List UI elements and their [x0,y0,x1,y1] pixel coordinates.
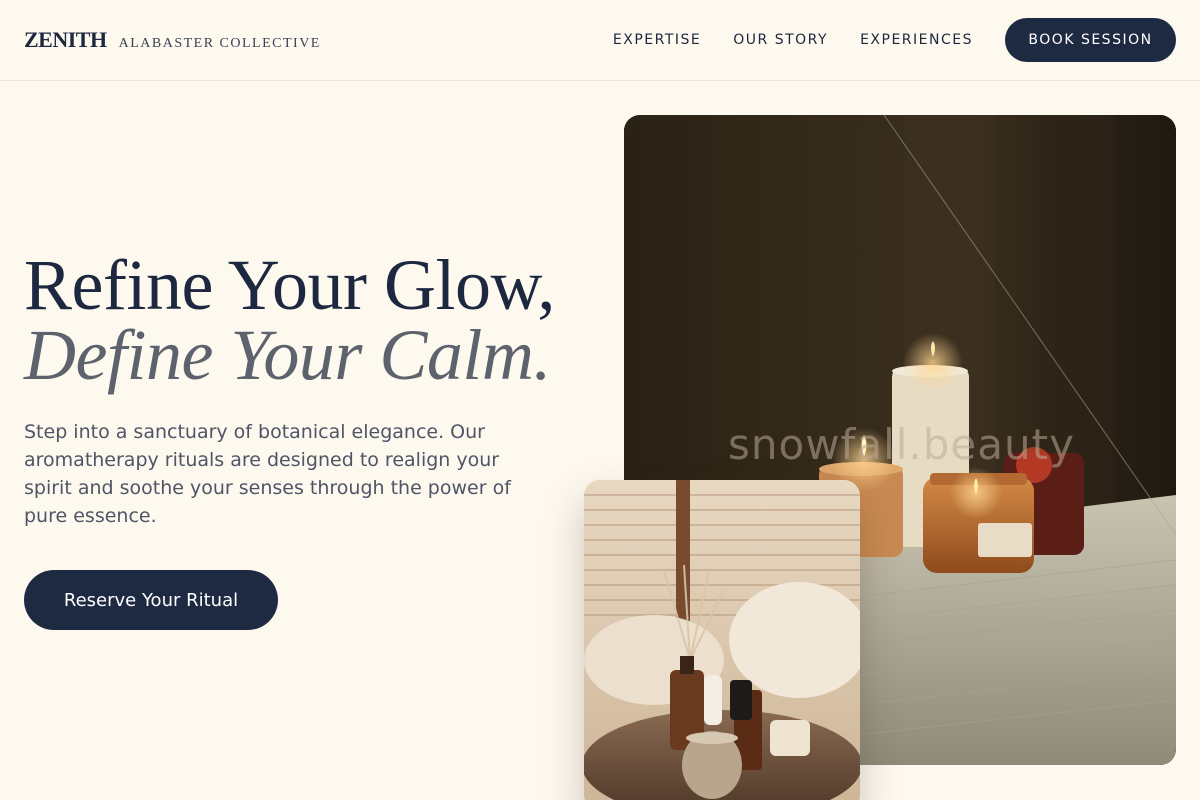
spa-products-illustration [584,480,860,800]
hero-title-line2: Define Your Calm. [24,315,551,395]
hero-description: Step into a sanctuary of botanical elega… [24,421,511,527]
brand-logo[interactable]: ZENITH ALABASTER COLLECTIVE [24,27,321,53]
brand-subtitle: ALABASTER COLLECTIVE [118,36,321,51]
site-header: ZENITH ALABASTER COLLECTIVE EXPERTISE OU… [0,0,1200,81]
nav-link-experiences[interactable]: EXPERIENCES [860,32,973,48]
main-nav: EXPERTISE OUR STORY EXPERIENCES BOOK SES… [613,18,1176,62]
nav-link-our-story[interactable]: OUR STORY [733,32,828,48]
book-session-button[interactable]: BOOK SESSION [1005,18,1176,62]
reserve-ritual-button[interactable]: Reserve Your Ritual [24,570,278,630]
image-watermark: snowfall.beauty [728,420,1075,469]
hero-title: Refine Your Glow, Define Your Calm. [24,249,555,395]
spa-products-image [584,480,860,800]
brand-name: ZENITH [24,27,107,52]
hero-title-line1: Refine Your Glow, [24,245,555,325]
nav-link-expertise[interactable]: EXPERTISE [613,32,701,48]
